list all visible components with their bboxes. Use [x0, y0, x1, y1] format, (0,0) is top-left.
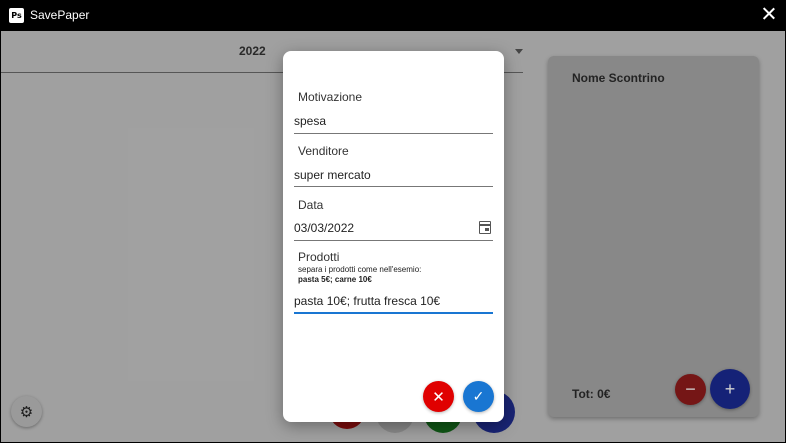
prodotti-label: Prodotti — [298, 250, 340, 264]
window-title: SavePaper — [30, 8, 90, 22]
app-window: 2022 ⚙ Nome Scontrino Tot: 0€ − + Motiva… — [1, 31, 785, 442]
motivazione-label: Motivazione — [298, 90, 363, 104]
prodotti-underline — [294, 312, 493, 314]
check-icon: ✓ — [472, 388, 485, 404]
cancel-button[interactable]: ✕ — [423, 381, 454, 412]
motivazione-field[interactable]: spesa — [294, 114, 326, 128]
app-icon: Ps — [9, 8, 24, 23]
title-bar: Ps SavePaper — [0, 0, 786, 31]
new-receipt-dialog: Motivazione spesa Venditore super mercat… — [283, 51, 504, 422]
venditore-underline — [294, 186, 493, 187]
calendar-icon[interactable] — [479, 221, 491, 234]
venditore-label: Venditore — [298, 144, 349, 158]
close-icon: ✕ — [432, 388, 445, 406]
data-underline — [294, 240, 493, 241]
data-field[interactable]: 03/03/2022 — [294, 221, 354, 235]
prodotti-hint: separa i prodotti come nell'esemio: — [298, 265, 422, 274]
prodotti-example: pasta 5€; carne 10€ — [298, 275, 372, 284]
venditore-field[interactable]: super mercato — [294, 168, 371, 182]
confirm-button[interactable]: ✓ — [463, 381, 494, 412]
data-label: Data — [298, 198, 324, 212]
prodotti-field[interactable]: pasta 10€; frutta fresca 10€ — [294, 294, 440, 308]
motivazione-underline — [294, 133, 493, 134]
close-icon[interactable] — [762, 6, 776, 20]
